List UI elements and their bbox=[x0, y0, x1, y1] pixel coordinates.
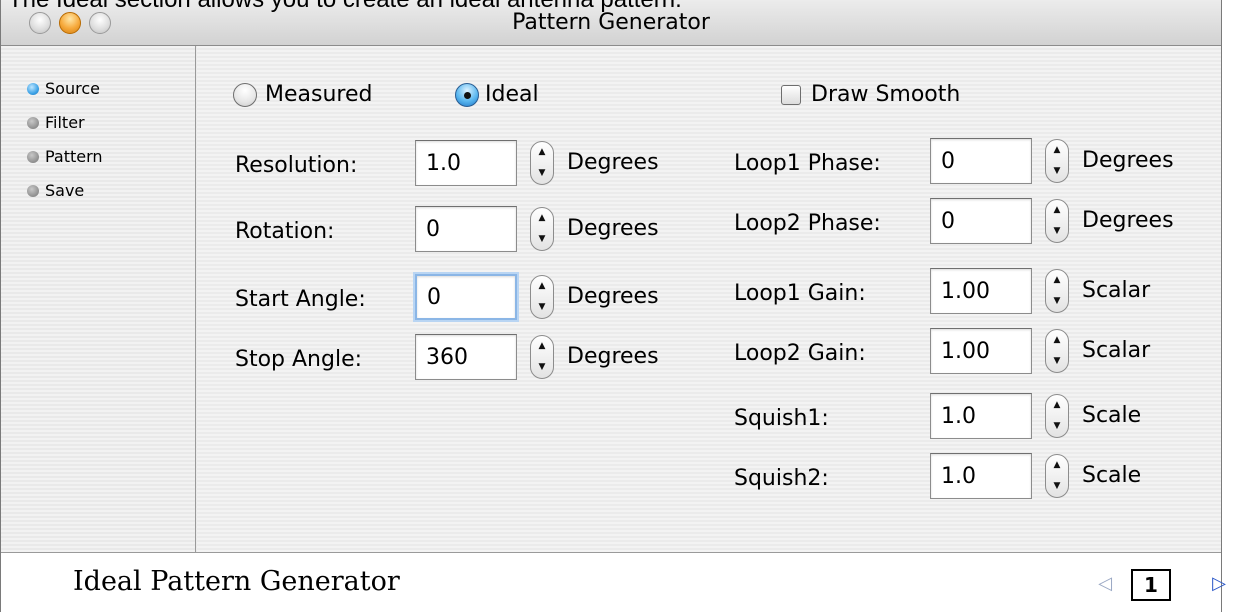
stepper-up-icon[interactable]: ▲ bbox=[531, 336, 553, 357]
loop1-gain-unit: Scalar bbox=[1082, 278, 1151, 303]
measured-radio[interactable] bbox=[233, 83, 257, 107]
rotation-stepper[interactable]: ▲ ▼ bbox=[530, 207, 554, 251]
page-number: 1 bbox=[1131, 569, 1171, 601]
start-angle-label: Start Angle: bbox=[235, 287, 366, 312]
resolution-stepper[interactable]: ▲ ▼ bbox=[530, 141, 554, 185]
stepper-up-icon[interactable]: ▲ bbox=[531, 142, 553, 163]
stepper-up-icon[interactable]: ▲ bbox=[1046, 395, 1068, 416]
loop2-phase-label: Loop2 Phase: bbox=[734, 211, 881, 236]
loop1-gain-field[interactable] bbox=[930, 268, 1032, 314]
resolution-label: Resolution: bbox=[235, 153, 358, 178]
start-angle-stepper[interactable]: ▲ ▼ bbox=[530, 275, 554, 319]
loop1-gain-stepper[interactable]: ▲ ▼ bbox=[1045, 269, 1069, 313]
loop2-gain-unit: Scalar bbox=[1082, 338, 1151, 363]
loop1-phase-stepper[interactable]: ▲ ▼ bbox=[1045, 139, 1069, 183]
stepper-down-icon[interactable]: ▼ bbox=[1046, 476, 1068, 497]
draw-smooth-label[interactable]: Draw Smooth bbox=[811, 80, 960, 110]
ideal-label[interactable]: Ideal bbox=[485, 80, 539, 110]
loop1-phase-label: Loop1 Phase: bbox=[734, 151, 881, 176]
sidebar-item-label: Filter bbox=[45, 113, 85, 132]
squish1-label: Squish1: bbox=[734, 406, 829, 431]
rotation-unit: Degrees bbox=[567, 216, 659, 241]
measured-label[interactable]: Measured bbox=[265, 80, 372, 110]
stop-angle-unit: Degrees bbox=[567, 344, 659, 369]
squish1-unit: Scale bbox=[1082, 403, 1142, 428]
stepper-down-icon[interactable]: ▼ bbox=[531, 163, 553, 184]
step-indicator-icon bbox=[27, 117, 39, 129]
resolution-unit: Degrees bbox=[567, 150, 659, 175]
stepper-down-icon[interactable]: ▼ bbox=[531, 357, 553, 378]
squish1-field[interactable] bbox=[930, 393, 1032, 439]
stepper-down-icon[interactable]: ▼ bbox=[1046, 416, 1068, 437]
source-panel: Measured Ideal Draw Smooth Resolution: ▲… bbox=[197, 46, 1221, 552]
stepper-up-icon[interactable]: ▲ bbox=[531, 276, 553, 297]
stepper-down-icon[interactable]: ▼ bbox=[531, 297, 553, 318]
triangle-left-icon[interactable]: ◁ bbox=[1095, 569, 1115, 599]
squish1-stepper[interactable]: ▲ ▼ bbox=[1045, 394, 1069, 438]
sidebar-item-label: Save bbox=[45, 181, 85, 200]
stepper-up-icon[interactable]: ▲ bbox=[1046, 330, 1068, 351]
caption-text: The Ideal section allows you to create a… bbox=[8, 0, 682, 12]
sidebar-item-label: Pattern bbox=[45, 147, 103, 166]
stepper-down-icon[interactable]: ▼ bbox=[531, 229, 553, 250]
step-indicator-icon bbox=[27, 185, 39, 197]
stepper-up-icon[interactable]: ▲ bbox=[531, 208, 553, 229]
loop1-gain-label: Loop1 Gain: bbox=[734, 281, 866, 306]
step-indicator-icon bbox=[27, 151, 39, 163]
resolution-field[interactable] bbox=[415, 140, 517, 186]
loop1-phase-unit: Degrees bbox=[1082, 148, 1174, 173]
stepper-up-icon[interactable]: ▲ bbox=[1046, 455, 1068, 476]
loop2-gain-field[interactable] bbox=[930, 328, 1032, 374]
stepper-down-icon[interactable]: ▼ bbox=[1046, 351, 1068, 372]
stop-angle-label: Stop Angle: bbox=[235, 347, 363, 372]
loop2-gain-stepper[interactable]: ▲ ▼ bbox=[1045, 329, 1069, 373]
ideal-radio[interactable] bbox=[455, 83, 479, 107]
start-angle-unit: Degrees bbox=[567, 284, 659, 309]
loop2-phase-stepper[interactable]: ▲ ▼ bbox=[1045, 199, 1069, 243]
loop2-gain-label: Loop2 Gain: bbox=[734, 341, 866, 366]
squish2-field[interactable] bbox=[930, 453, 1032, 499]
loop2-phase-unit: Degrees bbox=[1082, 208, 1174, 233]
rotation-field[interactable] bbox=[415, 206, 517, 252]
squish2-label: Squish2: bbox=[734, 466, 829, 491]
stepper-down-icon[interactable]: ▼ bbox=[1046, 161, 1068, 182]
loop2-phase-field[interactable] bbox=[930, 198, 1032, 244]
squish2-stepper[interactable]: ▲ ▼ bbox=[1045, 454, 1069, 498]
sidebar-item-label: Source bbox=[45, 79, 100, 98]
start-angle-field[interactable] bbox=[415, 274, 517, 320]
loop1-phase-field[interactable] bbox=[930, 138, 1032, 184]
stepper-up-icon[interactable]: ▲ bbox=[1046, 270, 1068, 291]
draw-smooth-checkbox[interactable] bbox=[781, 85, 801, 105]
stop-angle-field[interactable] bbox=[415, 334, 517, 380]
section-title: Ideal Pattern Generator bbox=[73, 566, 400, 597]
stepper-up-icon[interactable]: ▲ bbox=[1046, 200, 1068, 221]
squish2-unit: Scale bbox=[1082, 463, 1142, 488]
rotation-label: Rotation: bbox=[235, 219, 335, 244]
triangle-right-icon[interactable]: ▷ bbox=[1209, 569, 1229, 599]
stepper-up-icon[interactable]: ▲ bbox=[1046, 140, 1068, 161]
stepper-down-icon[interactable]: ▼ bbox=[1046, 221, 1068, 242]
footer: Ideal Pattern Generator ◁ 1 ▷ bbox=[1, 552, 1226, 612]
stepper-down-icon[interactable]: ▼ bbox=[1046, 291, 1068, 312]
sidebar: Source Filter Pattern Save bbox=[1, 46, 196, 552]
pattern-generator-window: Pattern Generator Source Filter Pattern … bbox=[0, 0, 1226, 612]
stop-angle-stepper[interactable]: ▲ ▼ bbox=[530, 335, 554, 379]
step-indicator-icon bbox=[27, 83, 39, 95]
